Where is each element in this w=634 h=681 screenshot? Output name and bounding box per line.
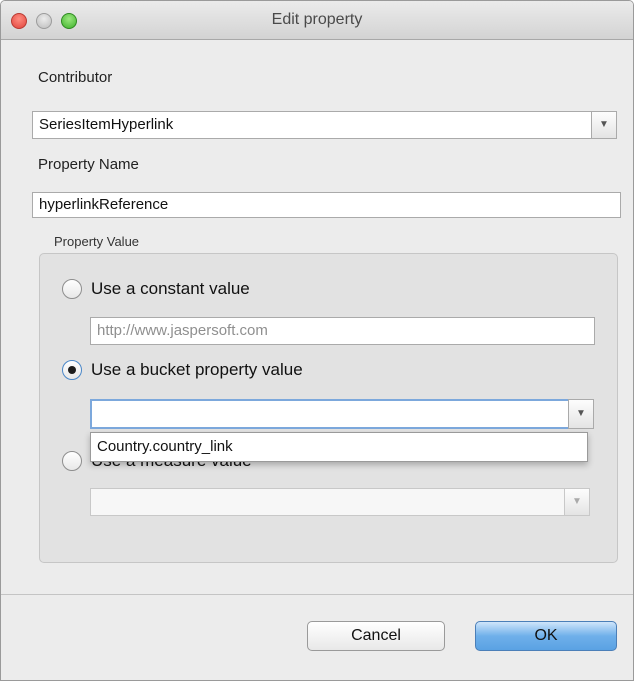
constant-value-input[interactable]: http://www.jaspersoft.com	[90, 317, 595, 345]
bucket-dropdown-list: Country.country_link	[90, 432, 588, 462]
measure-value-radio[interactable]	[62, 451, 82, 471]
ok-button[interactable]: OK	[475, 621, 617, 651]
property-value-legend: Property Value	[54, 234, 140, 249]
chevron-down-icon: ▼	[572, 496, 582, 507]
contributor-select[interactable]: SeriesItemHyperlink ▼	[32, 111, 617, 139]
bucket-property-radio[interactable]	[62, 360, 82, 380]
measure-dropdown-button[interactable]: ▼	[564, 488, 590, 516]
cancel-button[interactable]: Cancel	[307, 621, 445, 651]
property-name-input[interactable]: hyperlinkReference	[32, 192, 621, 218]
bucket-property-select[interactable]: ▼	[90, 399, 594, 429]
chevron-down-icon: ▼	[599, 119, 609, 130]
contributor-value: SeriesItemHyperlink	[39, 116, 174, 133]
contributor-label: Contributor	[38, 69, 113, 86]
constant-value-radio[interactable]	[62, 279, 82, 299]
bucket-property-label: Use a bucket property value	[91, 360, 303, 379]
measure-value-select[interactable]: ▼	[90, 488, 590, 516]
bucket-dropdown-button[interactable]: ▼	[568, 399, 594, 429]
chevron-down-icon: ▼	[576, 408, 586, 419]
contributor-dropdown-button[interactable]: ▼	[591, 111, 617, 139]
constant-value-placeholder: http://www.jaspersoft.com	[97, 322, 268, 339]
title-bar: Edit property	[1, 1, 633, 40]
property-name-label: Property Name	[38, 156, 139, 173]
edit-property-dialog: Edit property Contributor SeriesItemHype…	[0, 0, 634, 681]
dropdown-option[interactable]: Country.country_link	[97, 438, 233, 455]
constant-value-label: Use a constant value	[91, 279, 250, 298]
footer-separator	[1, 594, 633, 595]
radio-selected-dot	[68, 366, 76, 374]
property-name-value: hyperlinkReference	[39, 196, 169, 213]
window-title: Edit property	[271, 11, 363, 28]
